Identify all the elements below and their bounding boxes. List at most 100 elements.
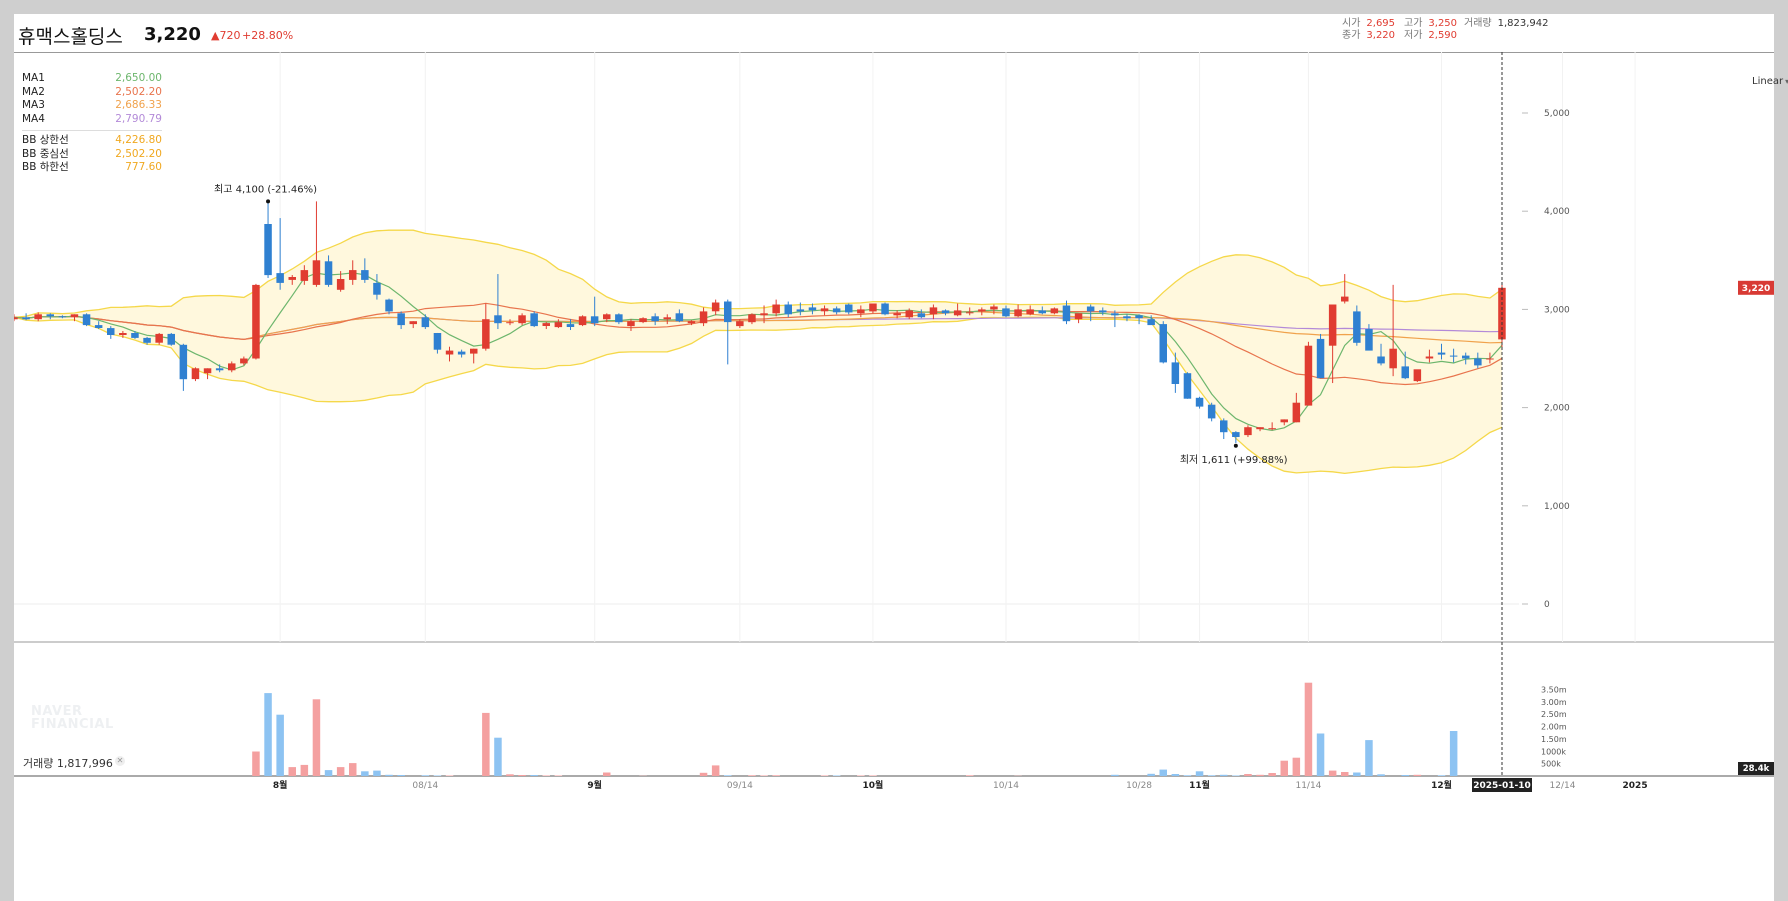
candle-body: [1425, 356, 1434, 359]
candle-body: [264, 224, 272, 276]
candle-body: [482, 319, 490, 349]
candle: [191, 367, 200, 382]
legend-ma1[interactable]: MA1 2,650.00: [22, 72, 162, 86]
volume-bar: [397, 775, 405, 776]
candle-body: [179, 344, 188, 380]
candle-body: [784, 304, 792, 315]
candle-body: [34, 314, 42, 320]
volume-tick-label: 3.50m: [1541, 685, 1567, 694]
candle-body: [966, 312, 974, 314]
candle-body: [1474, 358, 1482, 366]
volume-bar: [542, 775, 550, 776]
candle-body: [252, 284, 260, 359]
candle-body: [1292, 402, 1301, 423]
candle: [312, 201, 321, 287]
candle-body: [143, 337, 151, 343]
low-annotation: 최저 1,611 (+99.88%): [1180, 454, 1288, 466]
volume-bar: [1207, 775, 1216, 776]
candle-body: [240, 358, 248, 364]
scale-mode-button[interactable]: Linear ▾: [1752, 76, 1788, 87]
candle-body: [215, 368, 224, 371]
axes: 0 1,000 2,000 3,000 4,000 5,000 500k 1000k 1.50m…: [273, 52, 1774, 792]
volume-panel-label: 거래량 1,817,996: [23, 757, 113, 770]
candle-body: [167, 333, 175, 345]
price-chart[interactable]: 0 1,000 2,000 3,000 4,000 5,000 500k 1000k 1.50m…: [14, 14, 1774, 901]
candle: [881, 302, 889, 316]
candle-body: [228, 363, 236, 371]
legend-bb-lower[interactable]: BB 하한선 777.60: [22, 161, 162, 175]
y-tick-label: 2,000: [1544, 404, 1570, 414]
candle-body: [1486, 358, 1494, 360]
legend-ma4[interactable]: MA4 2,790.79: [22, 113, 162, 127]
volume-bar: [1244, 774, 1252, 776]
high-annotation: 최고 4,100 (-21.46%): [214, 183, 317, 195]
candle-body: [70, 314, 79, 318]
volume-bar: [300, 764, 309, 776]
volume-bar: [445, 775, 454, 776]
volume-bar: [1268, 773, 1276, 776]
candle-body: [22, 317, 30, 320]
high-marker: [266, 199, 271, 204]
candle-body: [119, 333, 127, 335]
volume-bar: [1353, 772, 1361, 776]
volume-tick-label: 2.00m: [1541, 723, 1567, 732]
x-tick-label: 8월: [273, 779, 288, 791]
x-tick-label: 08/14: [412, 781, 438, 791]
volume-bar: [1328, 770, 1337, 776]
candle-body: [1244, 427, 1252, 436]
volume-bar: [1377, 774, 1385, 776]
volume-bar: [252, 751, 260, 776]
candle-body: [1050, 308, 1059, 314]
volume-bar: [1365, 740, 1373, 776]
legend-ma3[interactable]: MA3 2,686.33: [22, 99, 162, 113]
candle-body: [820, 308, 829, 312]
legend-bb-mid[interactable]: BB 중심선 2,502.20: [22, 148, 162, 162]
candle-body: [724, 301, 732, 323]
candle-body: [1135, 315, 1143, 319]
candle-body: [832, 308, 841, 313]
y-tick-label: 3,000: [1544, 305, 1570, 315]
candle-body: [324, 261, 333, 285]
legend-ma2[interactable]: MA2 2,502.20: [22, 86, 162, 100]
candle-body: [711, 302, 720, 312]
volume-bar: [1449, 731, 1458, 776]
candle-body: [1159, 324, 1167, 363]
candle-body: [336, 279, 345, 290]
candle-body: [14, 317, 18, 320]
volume-tick-label: 500k: [1541, 760, 1561, 769]
candle-body: [905, 310, 913, 318]
candle: [1159, 321, 1167, 364]
candle: [82, 313, 91, 327]
x-tick-label: 10/28: [1126, 781, 1152, 791]
candle-body: [675, 313, 684, 322]
candle-body: [590, 316, 599, 324]
candle-body: [796, 309, 805, 312]
candle-body: [131, 333, 139, 338]
volume-bar: [1413, 774, 1422, 776]
candle-body: [518, 315, 526, 324]
volume-bar: [724, 775, 732, 776]
candle-body: [1207, 404, 1216, 419]
candle-body: [1316, 338, 1325, 379]
x-tick-label: 10/14: [993, 781, 1019, 791]
volume-bar: [530, 775, 538, 776]
crosshair-date-tag: 2025-01-10: [1472, 778, 1532, 792]
x-tick-label: 2025: [1623, 781, 1648, 791]
volume-bar: [699, 772, 708, 776]
volume-bar: [1316, 733, 1325, 776]
volume-bar: [1292, 757, 1301, 776]
legend-bb-upper[interactable]: BB 상한선 4,226.80: [22, 134, 162, 148]
candle-body: [506, 322, 514, 324]
candle-body: [155, 333, 163, 343]
candle-body: [699, 311, 708, 324]
candle-body: [978, 309, 986, 312]
candle-body: [857, 309, 865, 314]
candle-body: [1086, 306, 1095, 312]
candle-body: [276, 273, 284, 283]
candle-body: [1099, 310, 1107, 313]
volume-bar: [349, 763, 357, 776]
candle-body: [288, 277, 296, 280]
candle-body: [1353, 311, 1361, 343]
close-icon[interactable]: ✕: [115, 756, 125, 766]
volume-bar: [482, 712, 490, 776]
